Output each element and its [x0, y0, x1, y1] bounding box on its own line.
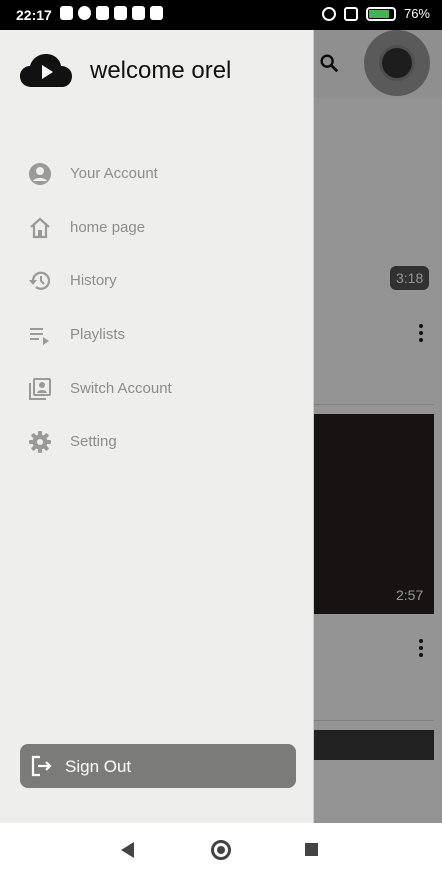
menu-item-label: History: [70, 272, 117, 289]
menu-item-label: Switch Account: [70, 380, 172, 397]
sign-out-label: Sign Out: [65, 757, 132, 776]
sign-out-icon: [31, 755, 52, 777]
menu-item-playlists[interactable]: Playlists: [0, 315, 314, 355]
history-icon: [29, 271, 51, 290]
navigation-drawer: welcome orel Your Account home page Hist…: [0, 30, 314, 823]
account-circle-icon: [29, 163, 51, 185]
sign-out-button[interactable]: Sign Out: [20, 744, 296, 788]
battery-icon: [365, 6, 396, 21]
notification-icon: [96, 6, 109, 20]
menu-item-home-page[interactable]: home page: [0, 208, 314, 248]
notification-icon: [150, 6, 163, 20]
menu-item-switch-account[interactable]: Switch Account: [0, 369, 314, 409]
menu-item-label: Playlists: [70, 326, 126, 343]
notification-icon: [114, 6, 127, 20]
no-sim-icon: [343, 6, 358, 21]
menu-item-label: home page: [70, 219, 146, 236]
drawer-header: welcome orel: [20, 54, 231, 88]
status-time: 22:17: [16, 7, 52, 23]
welcome-text: welcome orel: [90, 57, 232, 84]
status-bar: 22:17 76%: [0, 0, 442, 30]
recent-apps-icon[interactable]: [305, 843, 318, 856]
menu-item-setting[interactable]: Setting: [0, 422, 314, 462]
menu-item-label: Your Account: [70, 165, 158, 182]
system-icons: 76%: [321, 6, 430, 21]
home-icon: [30, 217, 50, 239]
menu-item-label: Setting: [70, 433, 117, 450]
notification-icon: [132, 6, 145, 20]
home-button-icon[interactable]: [211, 840, 231, 860]
playlist-icon: [30, 328, 49, 345]
back-icon[interactable]: [120, 841, 136, 859]
switch-account-icon: [29, 378, 51, 400]
system-navigation-bar: [0, 823, 442, 877]
cloud-play-logo-icon: [20, 54, 72, 87]
menu-item-your-account[interactable]: Your Account: [0, 154, 314, 194]
settings-icon: [29, 431, 51, 453]
notification-icons: [60, 6, 163, 20]
battery-percent: 76%: [403, 6, 430, 21]
mute-icon: [321, 6, 336, 21]
notification-icon: [78, 6, 91, 20]
notification-icon: [60, 6, 73, 20]
menu-item-history[interactable]: History: [0, 261, 314, 301]
